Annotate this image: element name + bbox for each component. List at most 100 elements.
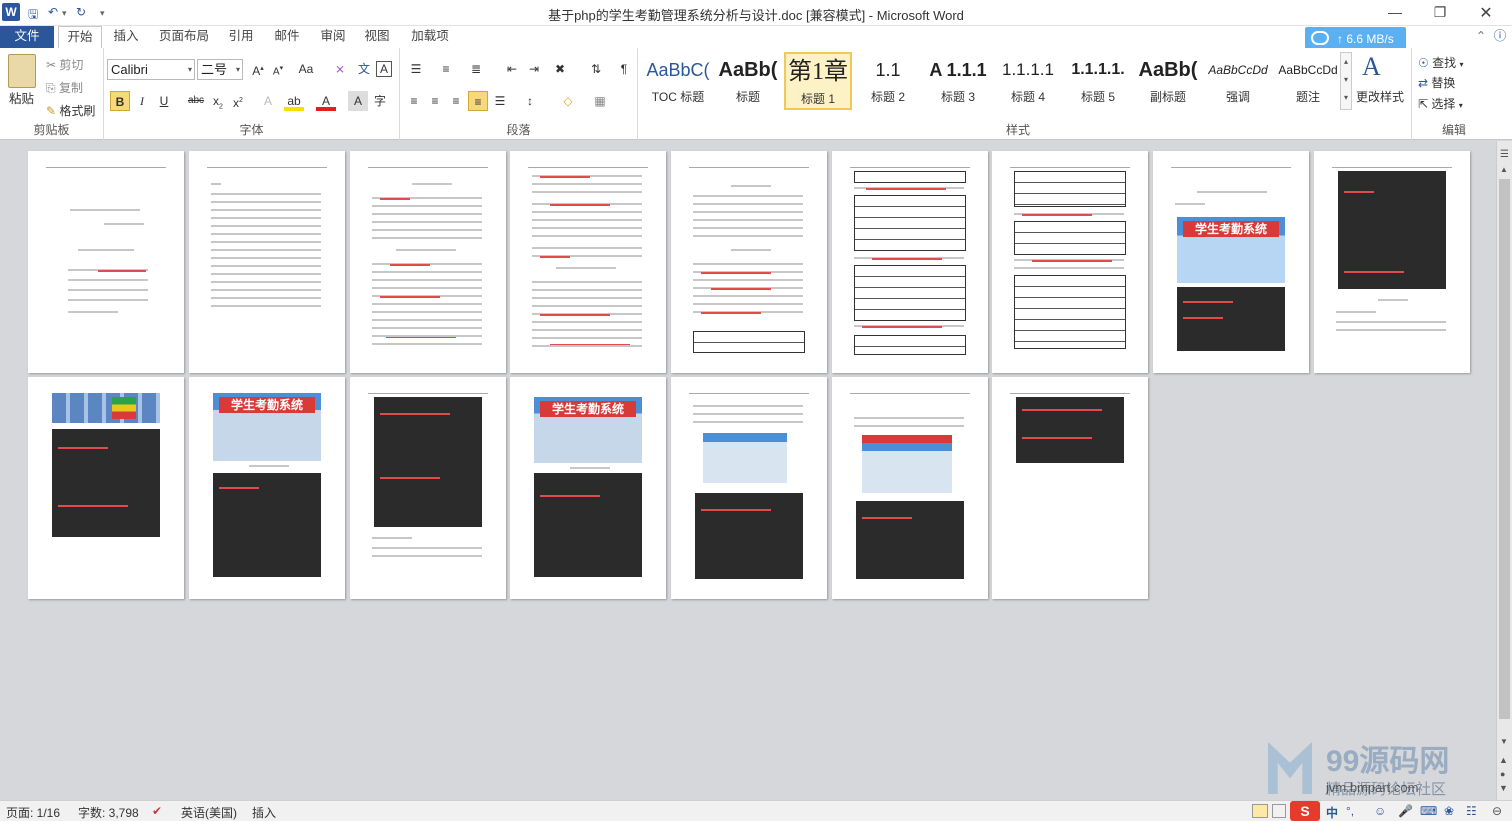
asian-layout-icon[interactable]: ✖ [550,59,570,79]
print-layout-view-icon[interactable] [1252,804,1268,818]
style-emphasis[interactable]: AaBbCcDd 强调 [1204,52,1272,110]
bullets-icon[interactable]: ☰ [406,59,426,79]
bold-button[interactable]: B [110,91,130,111]
page-thumbnail[interactable]: 学生考勤系统 [510,377,666,599]
scroll-up-icon[interactable]: ▲ [1500,165,1508,174]
style-caption[interactable]: AaBbCcDd 题注 [1274,52,1342,110]
style-toc-heading[interactable]: AaBbC(TOC 标题 [644,52,712,110]
page-thumbnail[interactable] [189,151,345,373]
paste-icon[interactable] [8,54,36,88]
minimize-icon[interactable]: — [1385,4,1405,20]
page-thumbnail[interactable] [832,151,988,373]
ruler-toggle-icon[interactable]: ☰ [1500,149,1509,160]
style-subtitle[interactable]: AaBb(副标题 [1134,52,1202,110]
scroll-down-icon[interactable]: ▼ [1500,737,1508,746]
tab-home[interactable]: 开始 [58,26,102,49]
align-center-icon[interactable]: ≡ [425,91,445,111]
style-heading-4[interactable]: 1.1.1.1 标题 4 [994,52,1062,110]
numbering-icon[interactable]: ≡ [436,59,456,79]
scroll-thumb[interactable] [1499,179,1510,719]
clear-formatting-icon[interactable]: ⨯ [330,59,350,79]
page-thumbnail[interactable] [510,151,666,373]
align-left-icon[interactable]: ≡ [404,91,424,111]
next-page-icon[interactable]: ▼ [1499,783,1508,793]
italic-button[interactable]: I [132,91,152,111]
distributed-icon[interactable]: ☰ [490,91,510,111]
align-right-icon[interactable]: ≡ [446,91,466,111]
strikethrough-button[interactable]: abc [186,91,206,111]
line-spacing-icon[interactable]: ↕ [520,91,540,111]
word-count[interactable]: 字数: 3,798 [78,804,139,821]
document-area[interactable]: 学生考勤系统 学生考勤系统 学生考勤系统 [0,141,1496,800]
style-title[interactable]: AaBb(标题 [714,52,782,110]
tab-insert[interactable]: 插入 [108,26,144,48]
shrink-font-icon[interactable]: A▾ [268,59,288,79]
paste-button[interactable]: 粘贴 [9,88,34,107]
page-thumbnail[interactable] [992,377,1148,599]
font-color-icon[interactable]: A [316,91,336,111]
styles-scroll[interactable]: ▴ ▾ ▾ [1340,52,1352,110]
sogou-ime-icon[interactable]: S [1290,801,1320,821]
change-styles-button[interactable]: 更改样式 [1356,88,1404,105]
ime-keyboard-icon[interactable]: ⌨ [1420,804,1437,818]
close-icon[interactable]: ✕ [1476,3,1496,23]
minimize-ribbon-icon[interactable]: ⌃ [1474,26,1488,48]
tab-view[interactable]: 视图 [358,26,396,48]
show-formatting-marks-icon[interactable]: ¶ [614,59,634,79]
ime-skin-icon[interactable]: ❀ [1444,804,1454,818]
ime-chinese-icon[interactable]: 中 [1326,804,1338,821]
subscript-button[interactable]: x2 [208,91,228,111]
tab-mailings[interactable]: 邮件 [268,26,306,48]
page-thumbnail[interactable] [350,151,506,373]
style-heading-5[interactable]: 1.1.1.1. 标题 5 [1064,52,1132,110]
page-thumbnail[interactable] [832,377,988,599]
page-thumbnail[interactable] [671,377,827,599]
cut-button[interactable]: ✂ 剪切 [46,56,83,73]
superscript-button[interactable]: x2 [228,91,248,111]
underline-button[interactable]: U [154,91,174,111]
page-thumbnail[interactable] [28,151,184,373]
ime-emoji-icon[interactable]: ☺ [1374,804,1386,818]
page-thumbnail[interactable]: 学生考勤系统 [1153,151,1309,373]
find-button[interactable]: ☉ 查找 ▾ [1418,54,1463,71]
page-thumbnail[interactable]: 学生考勤系统 [189,377,345,599]
increase-indent-icon[interactable]: ⇥ [524,59,544,79]
style-heading-2[interactable]: 1.1 标题 2 [854,52,922,110]
character-shading-icon[interactable]: A [348,91,368,111]
ime-punctuation-icon[interactable]: °, [1346,804,1354,818]
font-name-combo[interactable]: Calibri ▾ [107,59,195,80]
tab-references[interactable]: 引用 [222,26,260,48]
restore-icon[interactable]: ❐ [1430,4,1450,21]
ime-toolbox-icon[interactable]: ☷ [1466,804,1477,818]
select-button[interactable]: ⇱ 选择 ▾ [1418,95,1463,112]
page-thumbnail[interactable] [28,377,184,599]
tab-page-layout[interactable]: 页面布局 [152,26,216,48]
page-thumbnail[interactable] [350,377,506,599]
tab-review[interactable]: 审阅 [314,26,352,48]
phonetic-guide-icon[interactable]: 文 [354,59,374,79]
tab-add-ins[interactable]: 加载项 [404,26,456,48]
grow-font-icon[interactable]: A▴ [248,59,268,79]
page-thumbnail[interactable] [671,151,827,373]
text-effects-icon[interactable]: A [258,91,278,111]
previous-page-icon[interactable]: ▲ [1499,755,1508,765]
character-border-icon[interactable]: A [376,61,392,77]
replace-button[interactable]: ⇄ 替换 [1418,74,1455,91]
zoom-out-icon[interactable]: ⊖ [1492,804,1502,818]
insert-mode[interactable]: 插入 [252,804,276,821]
help-icon[interactable]: ⓘ [1492,26,1508,48]
change-case-icon[interactable]: Aa [296,59,316,79]
proofing-icon[interactable]: ✔ [152,804,162,818]
change-styles-icon[interactable]: A [1362,52,1381,82]
decrease-indent-icon[interactable]: ⇤ [502,59,522,79]
vertical-scrollbar[interactable]: ☰ ▲ ▼ ▲ ● ▼ [1496,141,1512,800]
format-painter-button[interactable]: ✎ 格式刷 [46,102,95,119]
sort-icon[interactable]: ⇅ [586,59,606,79]
justify-icon[interactable]: ≡ [468,91,488,111]
style-heading-3[interactable]: A 1.1.1 标题 3 [924,52,992,110]
copy-button[interactable]: ⎘ 复制 [46,79,83,96]
shading-icon[interactable]: ◇ [558,91,578,111]
page-thumbnail[interactable] [1314,151,1470,373]
page-count[interactable]: 页面: 1/16 [6,804,60,821]
enclose-characters-icon[interactable]: 字 [370,91,390,111]
